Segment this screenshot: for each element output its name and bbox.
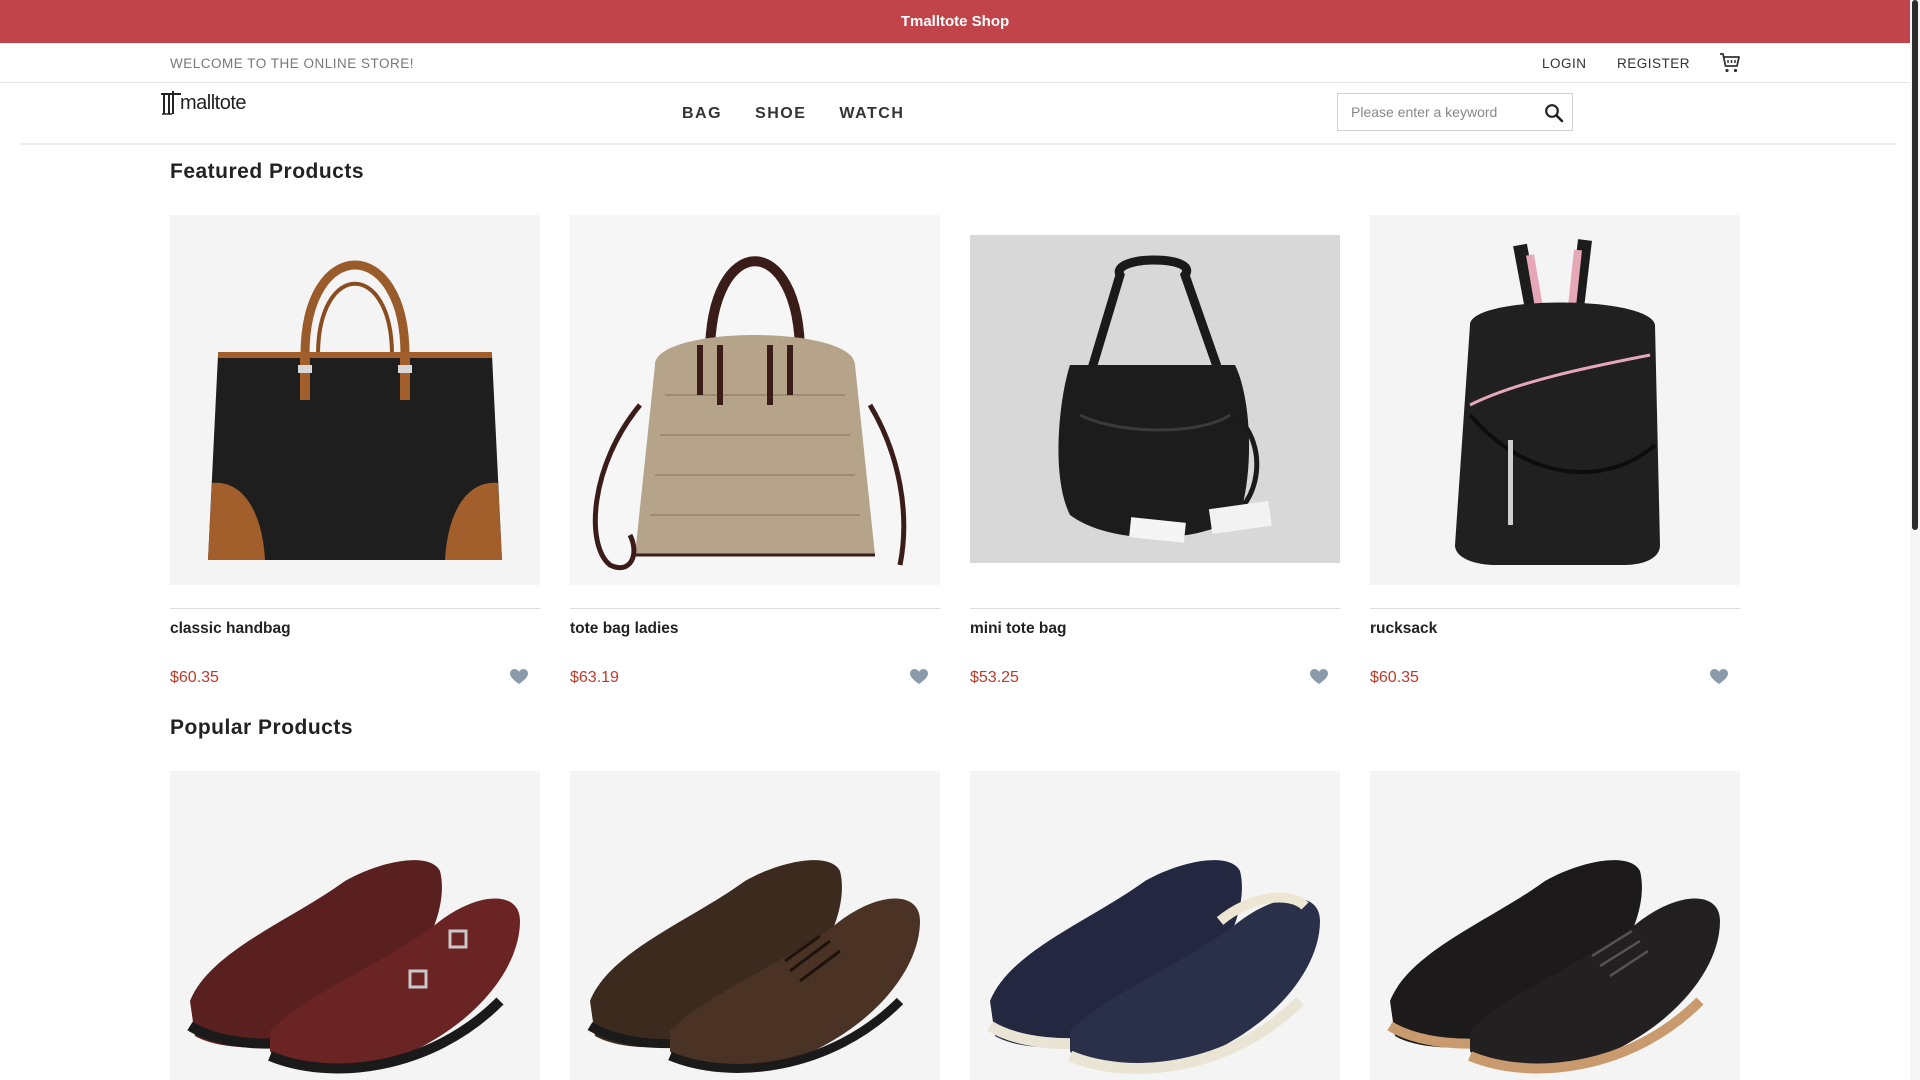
product-card	[170, 771, 540, 1080]
heart-icon[interactable]	[1310, 669, 1328, 685]
product-name[interactable]: rucksack	[1370, 620, 1740, 638]
tote-illustration	[592, 256, 907, 571]
product-image[interactable]	[970, 215, 1340, 585]
card-divider	[570, 608, 940, 609]
popular-title: Popular Products	[170, 716, 354, 739]
logo-mark-icon	[161, 91, 181, 115]
product-image[interactable]	[970, 771, 1340, 1080]
heart-icon[interactable]	[1710, 669, 1728, 685]
suede-shoe-illustration	[587, 860, 920, 1073]
cart-icon[interactable]	[1718, 51, 1742, 75]
product-card: classic handbag $60.35	[170, 215, 540, 687]
product-card	[1370, 771, 1740, 1080]
handbag-illustration	[208, 260, 502, 560]
search-input[interactable]	[1338, 94, 1538, 130]
derby-shoe-illustration	[1387, 860, 1720, 1074]
mini-tote-illustration	[970, 235, 1340, 563]
card-divider	[1370, 608, 1740, 609]
main-header: malltote BAG SHOE WATCH	[20, 83, 1895, 145]
monk-shoe-illustration	[187, 860, 520, 1074]
card-divider	[170, 608, 540, 609]
product-price: $63.19	[570, 669, 619, 686]
register-link[interactable]: REGISTER	[1617, 56, 1690, 71]
product-price: $60.35	[1370, 669, 1419, 686]
product-card	[970, 771, 1340, 1080]
product-image[interactable]	[1370, 771, 1740, 1080]
card-divider	[970, 608, 1340, 609]
slip-on-illustration	[987, 860, 1320, 1074]
nav-shoe[interactable]: SHOE	[755, 105, 806, 123]
featured-grid: classic handbag $60.35 tote bag ladies $…	[170, 215, 1740, 687]
page: Tmalltote Shop WELCOME TO THE ONLINE STO…	[0, 0, 1920, 1080]
main-nav: BAG SHOE WATCH	[682, 105, 937, 123]
product-image[interactable]	[570, 215, 940, 585]
heart-icon[interactable]	[510, 669, 528, 685]
product-price: $60.35	[170, 669, 219, 686]
logo-text: malltote	[180, 91, 247, 114]
product-card: rucksack $60.35	[1370, 215, 1740, 687]
product-image[interactable]	[170, 771, 540, 1080]
banner-title: Tmalltote Shop	[900, 13, 1010, 30]
popular-grid	[170, 771, 1740, 1080]
search-box	[1337, 93, 1573, 131]
nav-bag[interactable]: BAG	[682, 105, 722, 123]
login-link[interactable]: LOGIN	[1542, 56, 1587, 71]
search-icon[interactable]	[1544, 103, 1564, 123]
product-card: tote bag ladies $63.19	[570, 215, 940, 687]
product-card: mini tote bag $53.25	[970, 215, 1340, 687]
product-name[interactable]: mini tote bag	[970, 620, 1340, 638]
product-image[interactable]	[570, 771, 940, 1080]
product-price: $53.25	[970, 669, 1019, 686]
welcome-bar: WELCOME TO THE ONLINE STORE! LOGIN REGIS…	[0, 43, 1910, 83]
product-name[interactable]: tote bag ladies	[570, 620, 940, 638]
logo[interactable]: malltote	[160, 87, 247, 119]
product-image[interactable]	[1370, 215, 1740, 585]
heart-icon[interactable]	[910, 669, 928, 685]
welcome-text: WELCOME TO THE ONLINE STORE!	[170, 56, 415, 71]
scrollbar-thumb[interactable]	[1912, 0, 1918, 530]
product-card	[570, 771, 940, 1080]
top-banner: Tmalltote Shop	[0, 0, 1910, 43]
product-name[interactable]: classic handbag	[170, 620, 540, 638]
product-image[interactable]	[170, 215, 540, 585]
featured-title: Featured Products	[170, 160, 365, 183]
nav-watch[interactable]: WATCH	[839, 105, 904, 123]
rucksack-illustration	[1455, 239, 1660, 565]
